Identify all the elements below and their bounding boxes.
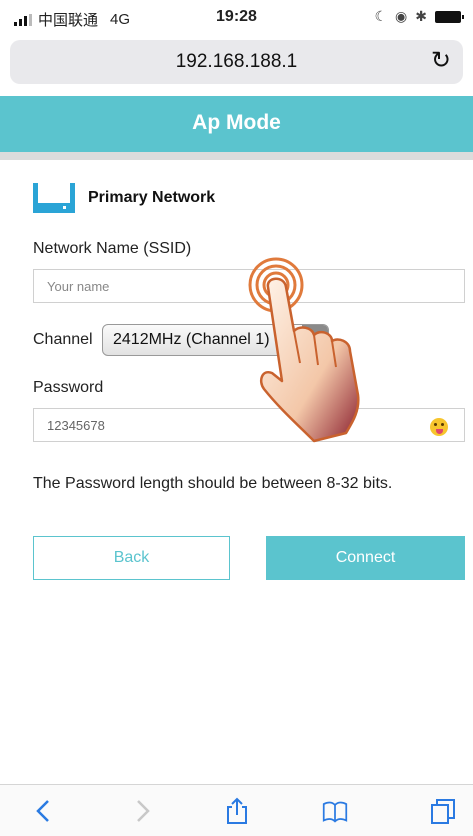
battery-icon	[435, 10, 464, 23]
header-divider	[0, 152, 473, 160]
page-title: Ap Mode	[192, 111, 281, 134]
channel-label: Channel	[33, 331, 93, 348]
moon-icon: ☾	[374, 8, 388, 24]
connect-button[interactable]: Connect	[266, 536, 465, 580]
tap-hand-icon	[248, 257, 360, 443]
page-header: Ap Mode	[0, 96, 473, 152]
share-icon[interactable]	[224, 797, 250, 825]
section-title: Primary Network	[88, 189, 216, 206]
address-bar[interactable]: 192.168.188.1 ↻	[10, 40, 463, 84]
url-text[interactable]: 192.168.188.1	[10, 51, 463, 73]
emoji-tongue-icon[interactable]	[430, 418, 448, 436]
reload-icon[interactable]: ↻	[431, 46, 451, 75]
ssid-label: Network Name (SSID)	[33, 240, 192, 257]
status-bar: 中国联通 4G 19:28 ☾ ◉ ✱	[0, 0, 473, 34]
orientation-lock-icon: ◉	[395, 8, 408, 24]
password-value: 12345678	[47, 417, 105, 433]
password-label: Password	[33, 379, 104, 396]
password-hint: The Password length should be between 8-…	[33, 475, 393, 492]
back-button[interactable]: Back	[33, 536, 230, 580]
bookmarks-icon[interactable]	[322, 797, 348, 825]
status-right: ☾ ◉ ✱	[374, 8, 464, 25]
back-icon[interactable]	[30, 797, 56, 825]
forward-icon[interactable]	[130, 797, 156, 825]
tabs-icon[interactable]	[430, 797, 456, 825]
bluetooth-icon: ✱	[415, 8, 427, 24]
router-icon	[33, 183, 75, 213]
browser-toolbar	[0, 784, 473, 836]
